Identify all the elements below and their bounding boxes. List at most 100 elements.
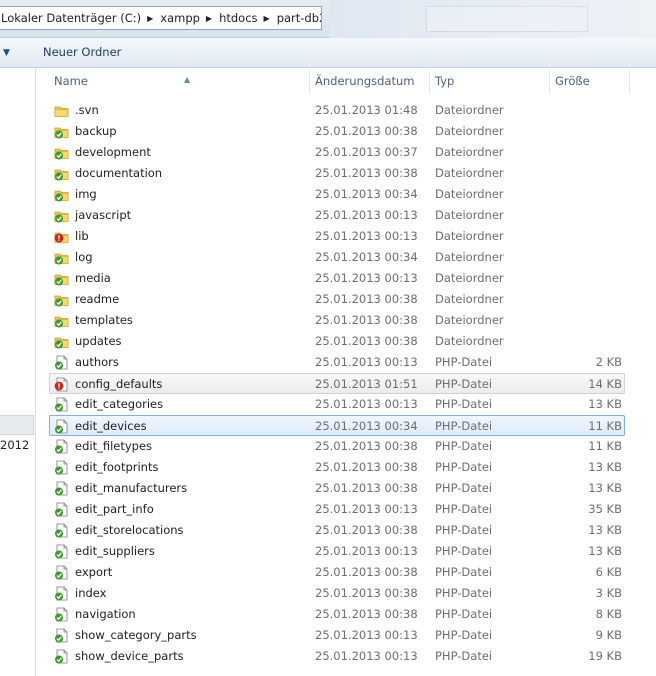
column-header-date[interactable]: Änderungsdatum bbox=[309, 68, 429, 95]
file-row[interactable]: edit_devices 25.01.2013 00:34 PHP-Datei 11 … bbox=[49, 415, 625, 436]
svn-folder-ok-icon bbox=[54, 334, 69, 349]
file-row[interactable]: lib 25.01.2013 00:13 Dateiordner bbox=[37, 226, 656, 247]
file-row[interactable]: templates 25.01.2013 00:38 Dateiordner bbox=[37, 310, 656, 331]
file-row[interactable]: edit_suppliers 25.01.2013 00:13 PHP-Datei 1… bbox=[37, 541, 656, 562]
file-type: Dateiordner bbox=[435, 187, 504, 201]
file-row[interactable]: export 25.01.2013 00:38 PHP-Datei 6 KB bbox=[37, 562, 656, 583]
file-row[interactable]: javascript 25.01.2013 00:13 Dateiordner bbox=[37, 205, 656, 226]
svn-folder-ok-icon bbox=[54, 145, 69, 160]
svn-file-ok-icon bbox=[54, 565, 69, 580]
breadcrumb-part-db2[interactable]: part-db2 bbox=[276, 11, 321, 25]
file-row[interactable]: readme 25.01.2013 00:38 Dateiordner bbox=[37, 289, 656, 310]
svn-file-ok-icon bbox=[54, 460, 69, 475]
file-name: show_category_parts bbox=[75, 628, 197, 642]
file-date: 25.01.2013 00:13 bbox=[315, 397, 418, 411]
file-row[interactable]: media 25.01.2013 00:13 Dateiordner bbox=[37, 268, 656, 289]
file-row[interactable]: edit_footprints 25.01.2013 00:38 PHP-Datei… bbox=[37, 457, 656, 478]
svn-folder-ok-icon bbox=[54, 187, 69, 202]
file-row[interactable]: index 25.01.2013 00:38 PHP-Datei 3 KB bbox=[37, 583, 656, 604]
file-date: 25.01.2013 00:38 bbox=[315, 565, 418, 579]
column-header-name[interactable]: Name ▲ bbox=[48, 68, 310, 95]
file-date: 25.01.2013 00:34 bbox=[315, 187, 418, 201]
sort-ascending-icon: ▲ bbox=[184, 75, 191, 84]
file-size: 8 KB bbox=[595, 607, 622, 621]
breadcrumb-htdocs[interactable]: htdocs bbox=[218, 11, 259, 25]
file-size: 9 KB bbox=[595, 628, 622, 642]
svn-file-ok-icon bbox=[54, 439, 69, 454]
column-date-label: Änderungsdatum bbox=[315, 74, 415, 88]
file-name: img bbox=[75, 187, 97, 201]
file-list[interactable]: .svn 25.01.2013 01:48 Dateiordner backup 25.… bbox=[37, 100, 656, 667]
file-date: 25.01.2013 00:38 bbox=[315, 292, 418, 306]
nav-selected-item[interactable] bbox=[0, 415, 34, 435]
file-date: 25.01.2013 00:13 bbox=[315, 229, 418, 243]
file-date: 25.01.2013 00:38 bbox=[315, 481, 418, 495]
file-type: Dateiordner bbox=[435, 271, 504, 285]
breadcrumb[interactable]: Lokaler Datenträger (C:) ▶ xampp ▶ htdoc… bbox=[0, 6, 322, 30]
file-type: PHP-Datei bbox=[435, 607, 493, 621]
svn-file-ok-icon bbox=[54, 628, 69, 643]
file-row[interactable]: development 25.01.2013 00:37 Dateiordner bbox=[37, 142, 656, 163]
file-type: PHP-Datei bbox=[435, 377, 493, 391]
navigation-pane[interactable]: 2012 bbox=[0, 68, 36, 676]
file-type: PHP-Datei bbox=[435, 565, 493, 579]
file-row[interactable]: log 25.01.2013 00:34 Dateiordner bbox=[37, 247, 656, 268]
file-row[interactable]: documentation 25.01.2013 00:38 Dateiordner bbox=[37, 163, 656, 184]
breadcrumb-xampp[interactable]: xampp bbox=[159, 11, 202, 25]
svn-file-ok-icon bbox=[54, 523, 69, 538]
svn-file-conflict-icon bbox=[54, 377, 69, 392]
file-row[interactable]: edit_filetypes 25.01.2013 00:38 PHP-Datei 1… bbox=[37, 436, 656, 457]
svn-file-ok-icon bbox=[54, 502, 69, 517]
column-header-type[interactable]: Typ bbox=[429, 68, 549, 95]
file-name: .svn bbox=[75, 103, 99, 117]
file-row[interactable]: backup 25.01.2013 00:38 Dateiordner bbox=[37, 121, 656, 142]
file-row[interactable]: updates 25.01.2013 00:38 Dateiordner bbox=[37, 331, 656, 352]
file-type: PHP-Datei bbox=[435, 649, 493, 663]
new-folder-button[interactable]: Neuer Ordner bbox=[43, 45, 121, 59]
file-type: PHP-Datei bbox=[435, 355, 493, 369]
file-row[interactable]: authors 25.01.2013 00:13 PHP-Datei 2 KB bbox=[37, 352, 656, 373]
file-date: 25.01.2013 01:51 bbox=[315, 377, 418, 391]
svn-folder-conflict-icon bbox=[54, 229, 69, 244]
file-type: PHP-Datei bbox=[435, 419, 493, 433]
file-type: Dateiordner bbox=[435, 229, 504, 243]
file-name: updates bbox=[75, 334, 122, 348]
file-date: 25.01.2013 00:38 bbox=[315, 523, 418, 537]
file-row[interactable]: .svn 25.01.2013 01:48 Dateiordner bbox=[37, 100, 656, 121]
svn-folder-ok-icon bbox=[54, 313, 69, 328]
file-type: Dateiordner bbox=[435, 103, 504, 117]
file-row[interactable]: show_device_parts 25.01.2013 00:13 PHP-Dat… bbox=[37, 646, 656, 667]
file-row[interactable]: edit_part_info 25.01.2013 00:13 PHP-Datei 3… bbox=[37, 499, 656, 520]
svn-folder-ok-icon bbox=[54, 166, 69, 181]
file-date: 25.01.2013 00:13 bbox=[315, 271, 418, 285]
svn-file-ok-icon bbox=[54, 649, 69, 664]
svn-folder-ok-icon bbox=[54, 292, 69, 307]
file-row[interactable]: config_defaults 25.01.2013 01:51 PHP-Datei… bbox=[49, 373, 625, 394]
file-name: templates bbox=[75, 313, 133, 327]
file-date: 25.01.2013 00:38 bbox=[315, 607, 418, 621]
file-row[interactable]: img 25.01.2013 00:34 Dateiordner bbox=[37, 184, 656, 205]
file-name: media bbox=[75, 271, 111, 285]
breadcrumb-arrow-icon[interactable]: ▶ bbox=[202, 14, 218, 23]
file-row[interactable]: edit_categories 25.01.2013 00:13 PHP-Datei… bbox=[37, 394, 656, 415]
dropdown-arrow-icon[interactable]: ▼ bbox=[3, 48, 10, 58]
breadcrumb-arrow-icon[interactable]: ▶ bbox=[260, 14, 276, 23]
file-date: 25.01.2013 00:34 bbox=[315, 419, 418, 433]
breadcrumb-drive[interactable]: Lokaler Datenträger (C:) bbox=[0, 11, 143, 25]
file-name: export bbox=[75, 565, 113, 579]
file-name: edit_devices bbox=[75, 419, 147, 433]
breadcrumb-arrow-icon[interactable]: ▶ bbox=[143, 14, 159, 23]
file-size: 35 KB bbox=[588, 502, 622, 516]
file-size: 13 KB bbox=[588, 523, 622, 537]
file-row[interactable]: show_category_parts 25.01.2013 00:13 PHP-D… bbox=[37, 625, 656, 646]
file-type: Dateiordner bbox=[435, 124, 504, 138]
file-row[interactable]: edit_manufacturers 25.01.2013 00:38 PHP-Da… bbox=[37, 478, 656, 499]
column-divider[interactable] bbox=[629, 70, 630, 94]
file-type: Dateiordner bbox=[435, 208, 504, 222]
file-row[interactable]: navigation 25.01.2013 00:38 PHP-Datei 8 KB bbox=[37, 604, 656, 625]
column-header-size[interactable]: Größe bbox=[549, 68, 629, 95]
file-date: 25.01.2013 00:38 bbox=[315, 439, 418, 453]
file-type: PHP-Datei bbox=[435, 460, 493, 474]
file-row[interactable]: edit_storelocations 25.01.2013 00:38 PHP-D… bbox=[37, 520, 656, 541]
file-name: development bbox=[75, 145, 151, 159]
